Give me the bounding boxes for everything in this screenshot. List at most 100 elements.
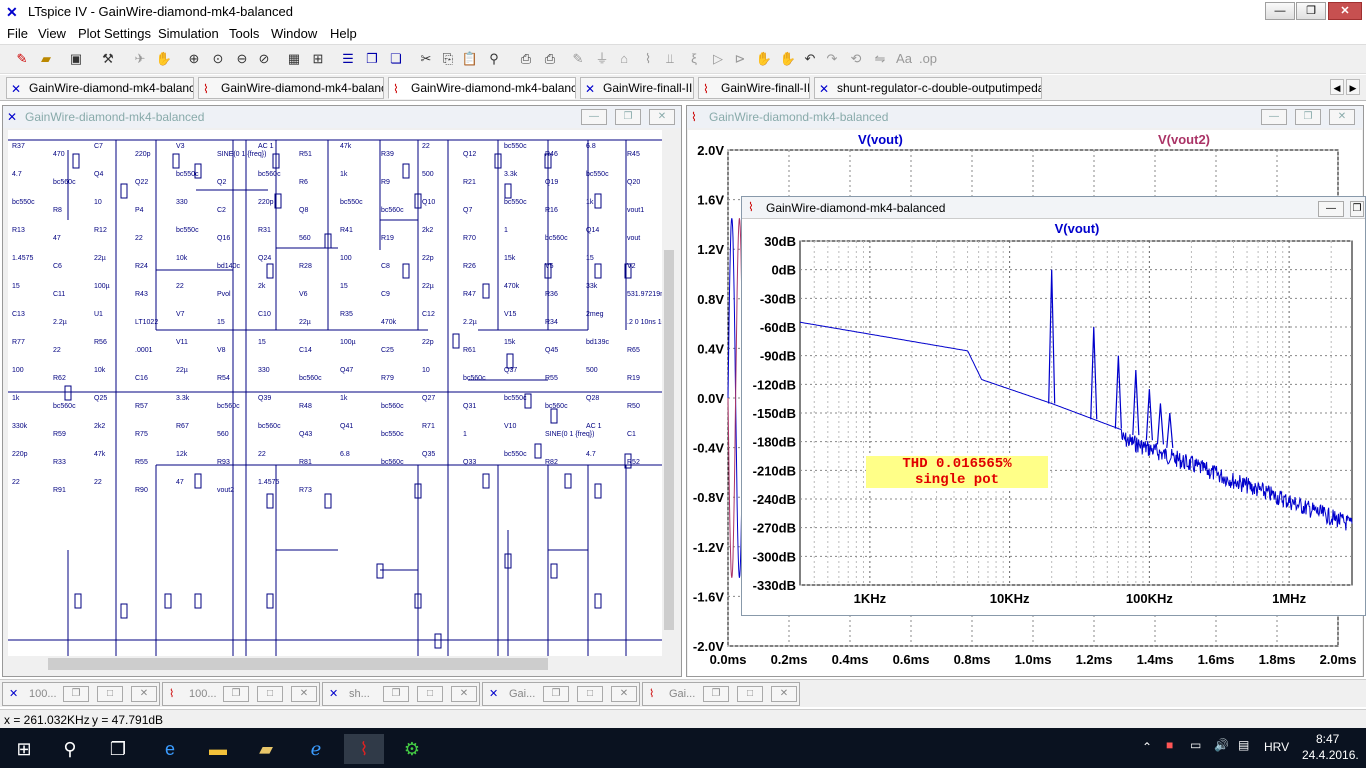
maximize-button[interactable]: □ (737, 686, 763, 702)
menu-plot-settings[interactable]: Plot Settings (78, 26, 151, 41)
fit-icon[interactable]: ⊞ (308, 49, 328, 69)
schematic-hscrollbar[interactable] (8, 656, 668, 672)
tray-expand-icon[interactable]: ⌃ (1142, 740, 1152, 754)
zoom-in-icon[interactable]: ⊕ (184, 49, 204, 69)
copy-icon[interactable]: ⎘ (438, 49, 458, 69)
minimized-window-2[interactable]: ⌇ 100... ❐ □ ✕ (162, 682, 320, 706)
task-view-icon[interactable]: ❐ (98, 734, 138, 764)
restore-button[interactable]: ❐ (63, 686, 89, 702)
menu-file[interactable]: File (7, 26, 28, 41)
folder-icon[interactable]: ▰ (246, 734, 286, 764)
ltspice-taskbar-icon[interactable]: ⌇ (344, 734, 384, 764)
close-button[interactable]: ✕ (611, 686, 637, 702)
minimized-window-5[interactable]: ⌇ Gai... ❐ □ ✕ (642, 682, 800, 706)
cut-icon[interactable]: ✂ (416, 49, 436, 69)
paste-icon[interactable]: 📋 (460, 49, 480, 69)
fft-minimize-button[interactable]: — (1318, 201, 1344, 217)
autorange-icon[interactable]: ▦ (284, 49, 304, 69)
tab-schematic-1[interactable]: ✕ GainWire-diamond-mk4-balanced (6, 77, 194, 99)
cascade-icon[interactable]: ❐ (362, 49, 382, 69)
undo-icon[interactable]: ↶ (800, 49, 820, 69)
run-icon[interactable]: ✈ (130, 49, 150, 69)
drag-icon[interactable]: ✋ (778, 49, 798, 69)
close-button[interactable]: ✕ (451, 686, 477, 702)
resistor-icon[interactable]: ⌇ (638, 49, 658, 69)
menu-window[interactable]: Window (271, 26, 317, 41)
notifications-icon[interactable]: ▤ (1238, 738, 1249, 752)
maximize-button[interactable]: □ (257, 686, 283, 702)
transient-minimize-button[interactable]: — (1261, 109, 1287, 125)
schematic-vscrollbar[interactable] (662, 130, 676, 656)
ground-icon[interactable]: ⏚ (592, 49, 612, 69)
network-icon[interactable]: ▭ (1190, 738, 1201, 752)
open-folder-icon[interactable]: ▰ (36, 49, 56, 69)
schematic-canvas[interactable]: R37 470 C7 220p V3 SINE(0 1 {freq}) AC 1 R51 47k… (8, 130, 676, 656)
print-preview-icon[interactable]: ⎙ (516, 49, 536, 69)
capacitor-icon[interactable]: ⫫ (660, 49, 680, 69)
minimized-window-1[interactable]: ✕ 100... ❐ □ ✕ (2, 682, 160, 706)
maximize-button[interactable]: □ (577, 686, 603, 702)
network-app-icon[interactable]: ⚙ (392, 734, 432, 764)
find-icon[interactable]: ⚲ (484, 49, 504, 69)
file-explorer-icon[interactable]: ▬ (198, 734, 238, 764)
close-button[interactable]: ✕ (771, 686, 797, 702)
label-icon[interactable]: ⌂ (614, 49, 634, 69)
redo-icon[interactable]: ↷ (822, 49, 842, 69)
schematic-vscroll-thumb[interactable] (664, 250, 674, 630)
tab-schematic-finall[interactable]: ✕ GainWire-finall-IIIII (580, 77, 694, 99)
schematic-hscroll-thumb[interactable] (48, 658, 548, 670)
clock-date[interactable]: 24.4.2016. (1302, 748, 1359, 762)
close-button[interactable]: ✕ (131, 686, 157, 702)
print-icon[interactable]: ⎙ (540, 49, 560, 69)
tray-app-icon[interactable]: ■ (1166, 738, 1173, 752)
menu-view[interactable]: View (38, 26, 66, 41)
component-icon[interactable]: ⊳ (730, 49, 750, 69)
pan-icon[interactable]: ✋ (154, 49, 174, 69)
menu-tools[interactable]: Tools (229, 26, 259, 41)
mirror-icon[interactable]: ⇋ (870, 49, 890, 69)
tab-shunt-regulator[interactable]: ✕ shunt-regulator-c-double-outputimpedanc… (814, 77, 1042, 99)
tab-scroll-right-icon[interactable]: ▶ (1346, 79, 1360, 95)
tab-waveform-finall[interactable]: ⌇GainWire-finall-IIIII (698, 77, 810, 99)
rotate-icon[interactable]: ⟲ (846, 49, 866, 69)
open-schematic-icon[interactable]: ✎ (12, 49, 32, 69)
wire-icon[interactable]: ✎ (568, 49, 588, 69)
fft-restore-button[interactable]: ❐ (1350, 201, 1364, 217)
minimize-button[interactable]: — (1265, 2, 1295, 20)
tile-horizontal-icon[interactable]: ☰ (338, 49, 358, 69)
tab-waveform-2[interactable]: ⌇ GainWire-diamond-mk4-balanced (388, 77, 576, 99)
control-panel-icon[interactable]: ⚒ (98, 49, 118, 69)
internet-explorer-icon[interactable]: ℯ (296, 734, 336, 764)
spice-directive-icon[interactable]: .op (918, 49, 938, 69)
minimized-window-4[interactable]: ✕ Gai... ❐ □ ✕ (482, 682, 640, 706)
zoom-cancel-icon[interactable]: ⊘ (254, 49, 274, 69)
menu-help[interactable]: Help (330, 26, 357, 41)
maximize-button[interactable]: □ (97, 686, 123, 702)
minimized-window-3[interactable]: ✕ sh... ❐ □ ✕ (322, 682, 480, 706)
volume-icon[interactable]: 🔊 (1214, 738, 1229, 752)
language-indicator[interactable]: HRV (1264, 740, 1289, 754)
restore-button[interactable]: ❐ (543, 686, 569, 702)
text-icon[interactable]: Aa (894, 49, 914, 69)
tile-vertical-icon[interactable]: ❏ (386, 49, 406, 69)
start-icon[interactable]: ⊞ (4, 734, 44, 764)
schematic-restore-button[interactable]: ❐ (615, 109, 641, 125)
search-icon[interactable]: ⚲ (50, 734, 90, 764)
maximize-button[interactable]: □ (417, 686, 443, 702)
clock-time[interactable]: 8:47 (1316, 732, 1339, 746)
close-button[interactable]: ✕ (291, 686, 317, 702)
zoom-pan-icon[interactable]: ⊙ (208, 49, 228, 69)
restore-button[interactable]: ❐ (383, 686, 409, 702)
save-icon[interactable]: ▣ (66, 49, 86, 69)
edge-icon[interactable]: e (150, 734, 190, 764)
menu-simulation[interactable]: Simulation (158, 26, 219, 41)
restore-button[interactable]: ❐ (223, 686, 249, 702)
tab-scroll-left-icon[interactable]: ◀ (1330, 79, 1344, 95)
zoom-out-icon[interactable]: ⊖ (232, 49, 252, 69)
transient-close-button[interactable]: ✕ (1329, 109, 1355, 125)
transient-restore-button[interactable]: ❐ (1295, 109, 1321, 125)
tab-waveform-1[interactable]: ⌇ GainWire-diamond-mk4-balanced (198, 77, 384, 99)
schematic-close-button[interactable]: ✕ (649, 109, 675, 125)
restore-button[interactable]: ❐ (703, 686, 729, 702)
inductor-icon[interactable]: ξ (684, 49, 704, 69)
